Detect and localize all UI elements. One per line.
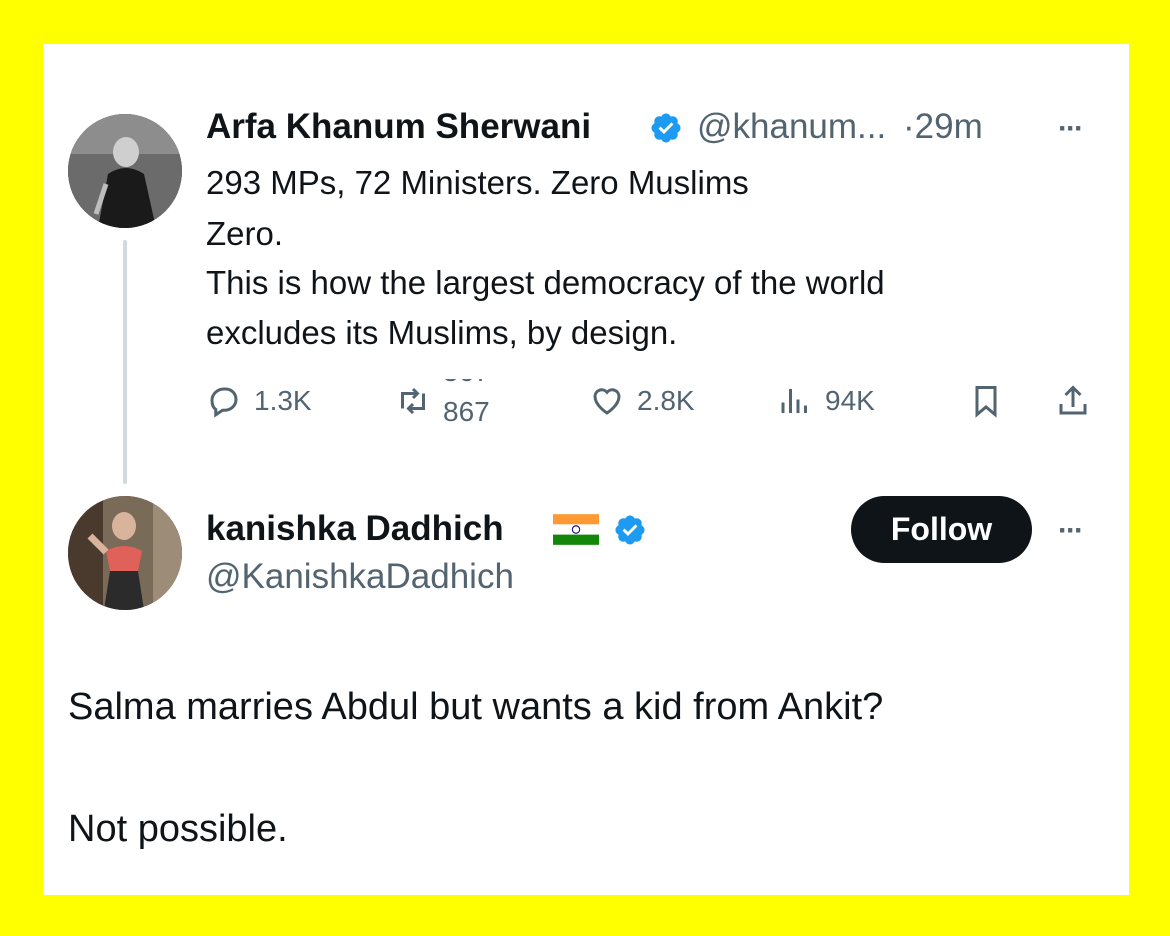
tweet-text-line: excludes its Muslims, by design. bbox=[206, 314, 678, 351]
views-count: 94K bbox=[825, 385, 875, 416]
repost-count-previous: 567 bbox=[443, 379, 490, 387]
tweet-text-line: Not possible. bbox=[68, 808, 288, 850]
repost-count: 867 bbox=[443, 396, 490, 424]
verified-badge-icon bbox=[615, 515, 645, 545]
repost-icon bbox=[401, 387, 425, 415]
views-bars-icon bbox=[781, 389, 807, 413]
tweet-text-line: 293 MPs, 72 Ministers. Zero Muslims bbox=[206, 164, 749, 201]
timestamp[interactable]: ·29m bbox=[903, 107, 983, 147]
reply-icon bbox=[210, 387, 238, 418]
follow-button[interactable]: Follow bbox=[851, 496, 1032, 563]
more-options-icon[interactable]: ··· bbox=[1058, 112, 1084, 146]
reply-button[interactable]: 1.3K bbox=[206, 379, 312, 423]
author-name[interactable]: kanishka Dadhich bbox=[206, 509, 504, 549]
like-button[interactable]: 2.8K bbox=[589, 379, 695, 423]
like-count: 2.8K bbox=[637, 385, 695, 416]
more-options-icon[interactable]: ··· bbox=[1058, 514, 1084, 548]
bookmark-icon bbox=[975, 386, 997, 418]
author-handle[interactable]: @khanum... bbox=[697, 107, 886, 147]
author-name[interactable]: Arfa Khanum Sherwani bbox=[206, 107, 591, 147]
avatar-kanishka[interactable] bbox=[68, 496, 182, 610]
repost-button[interactable]: 567 867 bbox=[395, 379, 513, 423]
repost-count-roller: 567 867 bbox=[443, 379, 513, 423]
tweet-text-line: Zero. bbox=[206, 215, 284, 252]
thread-connector bbox=[123, 240, 127, 484]
share-button[interactable] bbox=[1055, 379, 1103, 423]
tweet-text-line: Salma marries Abdul but wants a kid from… bbox=[68, 686, 884, 728]
share-icon bbox=[1059, 385, 1087, 415]
india-flag-icon bbox=[553, 514, 599, 545]
author-handle[interactable]: @KanishkaDadhich bbox=[206, 557, 514, 597]
bookmark-button[interactable] bbox=[968, 379, 1016, 423]
reply-count: 1.3K bbox=[254, 385, 312, 416]
tweet-card: Arfa Khanum Sherwani @khanum... ·29m ···… bbox=[43, 44, 1129, 895]
avatar-arfa[interactable] bbox=[68, 114, 182, 228]
views-button[interactable]: 94K bbox=[777, 379, 875, 423]
heart-icon bbox=[593, 388, 621, 415]
tweet-text-line: This is how the largest democracy of the… bbox=[206, 264, 885, 301]
verified-badge-icon bbox=[651, 113, 681, 143]
